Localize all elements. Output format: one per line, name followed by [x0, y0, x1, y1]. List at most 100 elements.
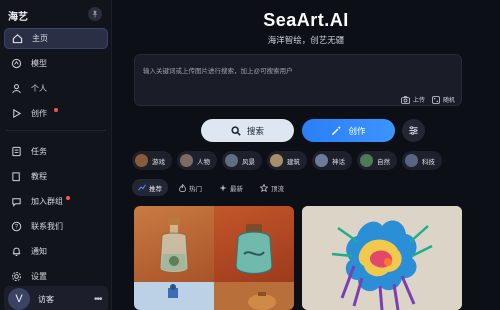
gallery-card-potions[interactable]: [134, 206, 294, 310]
task-icon: [10, 146, 22, 158]
sidebar-item-label: 主页: [32, 34, 48, 43]
user-panel[interactable]: V 访客 •••: [4, 286, 108, 310]
blue-potion-artwork: [168, 284, 178, 298]
search-button-label: 搜索: [246, 125, 264, 136]
category-thumbnail: [405, 154, 418, 167]
group-icon: [10, 196, 22, 208]
book-icon: [10, 171, 22, 183]
tab-hot[interactable]: 热门: [173, 179, 208, 196]
sidebar-item-label: 创作: [31, 109, 47, 118]
category-chip-game[interactable]: 游戏: [132, 151, 172, 170]
sidebar-item-notifications[interactable]: 通知: [4, 241, 108, 262]
category-label: 游戏: [152, 158, 165, 166]
brand-name: 海艺: [8, 12, 28, 23]
sidebar-item-tutorials[interactable]: 教程: [4, 166, 108, 187]
category-chip-nature[interactable]: 自然: [357, 151, 397, 170]
coral-artwork: [302, 206, 462, 310]
search-icon: [231, 125, 241, 136]
category-chip-architecture[interactable]: 建筑: [267, 151, 307, 170]
tab-label: 最新: [230, 185, 243, 193]
category-chip-landscape[interactable]: 风景: [222, 151, 262, 170]
artwork-tile: [134, 206, 214, 282]
model-icon: [10, 58, 22, 70]
upload-label: 上传: [413, 98, 426, 104]
main-content: SeaArt.AI 海洋智绘，创艺无疆 输入关键词或上传图片进行搜索，加上@可搜…: [112, 0, 500, 310]
teapot-artwork: [248, 292, 276, 310]
artwork-tile: [134, 282, 214, 310]
create-button[interactable]: 创作: [302, 119, 395, 142]
category-chips: 游戏 人物 风景 建筑 神话 自然 科技: [132, 151, 500, 171]
play-icon: [10, 108, 22, 120]
sparkle-icon: [219, 183, 227, 192]
sidebar-item-label: 加入群组: [31, 197, 63, 206]
sidebar-item-models[interactable]: 模型: [4, 53, 108, 74]
gallery-card-coral[interactable]: [302, 206, 462, 310]
sidebar-item-label: 模型: [31, 59, 47, 68]
sidebar-item-home[interactable]: 主页: [4, 28, 108, 49]
sidebar-item-tasks[interactable]: 任务: [4, 141, 108, 162]
potion-bottle-artwork: [159, 218, 189, 273]
tab-newest[interactable]: 最新: [213, 179, 249, 196]
sidebar-item-personal[interactable]: 个人: [4, 78, 108, 99]
home-icon: [11, 33, 23, 45]
artwork-tile: [214, 282, 294, 310]
tab-recommended[interactable]: 推荐: [132, 179, 168, 196]
magic-wand-icon: [331, 125, 342, 136]
trend-icon: [138, 184, 146, 191]
sidebar-item-label: 教程: [31, 172, 47, 181]
bell-icon: [10, 246, 22, 258]
create-button-label: 创作: [348, 125, 366, 136]
category-label: 建筑: [287, 158, 300, 166]
category-thumbnail: [315, 154, 328, 167]
random-button[interactable]: 随机: [432, 95, 455, 104]
category-label: 风景: [242, 158, 255, 166]
sidebar-item-label: 通知: [31, 247, 47, 256]
sliders-icon: [408, 125, 419, 136]
notification-dot: [66, 196, 70, 200]
more-options-icon[interactable]: •••: [94, 294, 108, 305]
star-icon: [260, 183, 268, 192]
category-label: 人物: [197, 158, 210, 166]
tab-top[interactable]: 顶流: [254, 179, 290, 196]
sidebar-item-settings[interactable]: 设置: [4, 266, 108, 287]
notification-dot: [54, 108, 58, 112]
random-label: 随机: [443, 98, 456, 104]
gear-icon: [10, 271, 22, 283]
category-thumbnail: [225, 154, 238, 167]
tab-label: 热门: [189, 185, 202, 193]
category-thumbnail: [360, 154, 373, 167]
page-title: SeaArt.AI: [263, 10, 349, 30]
tab-label: 顶流: [271, 185, 284, 193]
category-chip-tech[interactable]: 科技: [402, 151, 442, 170]
user-icon: [10, 83, 22, 95]
filter-button[interactable]: [402, 119, 425, 142]
category-label: 自然: [377, 158, 390, 166]
category-chip-myth[interactable]: 神话: [312, 151, 352, 170]
sidebar-item-label: 任务: [31, 147, 47, 156]
avatar: V: [8, 288, 30, 310]
sidebar-item-label: 个人: [31, 84, 47, 93]
sidebar-nav: 主页 模型 个人 创作 任务 教程 加入群组 ? 联系我们 通知 设置: [0, 28, 112, 291]
pin-icon[interactable]: [88, 7, 102, 21]
tab-label: 推荐: [149, 185, 162, 193]
sidebar-item-contact[interactable]: ? 联系我们: [4, 216, 108, 237]
sidebar-item-create[interactable]: 创作: [4, 103, 108, 124]
help-icon: ?: [10, 221, 22, 233]
jar-artwork: [235, 224, 273, 275]
sidebar-item-join-group[interactable]: 加入群组: [4, 191, 108, 212]
sidebar-item-label: 联系我们: [31, 222, 63, 231]
prompt-input[interactable]: 输入关键词或上传图片进行搜索，加上@可搜索用户 上传 随机: [134, 54, 462, 106]
user-name: 访客: [38, 294, 54, 304]
prompt-placeholder: 输入关键词或上传图片进行搜索，加上@可搜索用户: [143, 68, 293, 75]
dice-icon: [432, 95, 440, 104]
page-subtitle: 海洋智绘，创艺无疆: [267, 35, 345, 45]
search-button[interactable]: 搜索: [201, 119, 294, 142]
sidebar-divider: [6, 130, 106, 131]
feed-tabs: 推荐 热门 最新 顶流: [132, 179, 295, 196]
upload-button[interactable]: 上传: [401, 95, 425, 104]
category-chip-people[interactable]: 人物: [177, 151, 217, 170]
category-thumbnail: [270, 154, 283, 167]
category-label: 科技: [422, 158, 435, 166]
category-thumbnail: [135, 154, 148, 167]
sidebar: 海艺 主页 模型 个人 创作 任务 教程 加入群组 ? 联系我们 通知 设置 V…: [0, 0, 112, 310]
